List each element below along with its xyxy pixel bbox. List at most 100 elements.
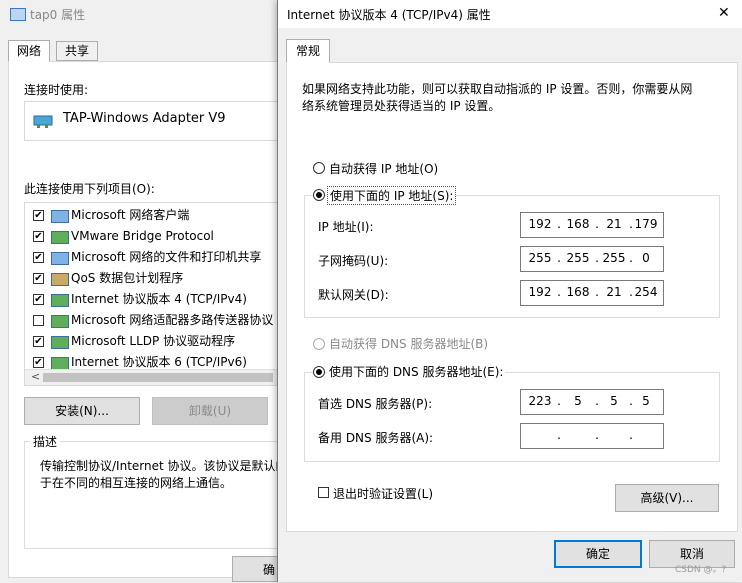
ip-dot: . (557, 428, 561, 442)
install-button[interactable]: 安装(N)... (24, 397, 140, 425)
network-properties-window: tap0 属性 网络 共享 连接时使用: TAP-Windows Adapter… (0, 0, 300, 582)
components-list[interactable]: ✔ Microsoft 网络客户端 ✔ VMware Bridge Protocol ✔… (24, 202, 292, 386)
ip-dot: . (629, 428, 633, 442)
intro-text-line1: 如果网络支持此功能，则可以获取自动指派的 IP 设置。否则，你需要从网 (302, 82, 693, 96)
subnet-octet-3: 255 (602, 251, 626, 265)
advanced-button[interactable]: 高级(V)... (615, 484, 719, 512)
preferred-dns-label: 首选 DNS 服务器(P): (318, 397, 433, 411)
subnet-mask-label: 子网掩码(U): (318, 254, 389, 268)
item-checkbox[interactable]: ✔ (33, 210, 44, 221)
item-label: VMware Bridge Protocol (71, 229, 214, 243)
manual-ip-radio[interactable] (313, 189, 325, 201)
ipv4-properties-dialog: Internet 协议版本 4 (TCP/IPv4) 属性 ✕ 常规 如果网络支… (277, 0, 742, 582)
manual-ip-label[interactable]: 使用下面的 IP 地址(S): (327, 186, 457, 205)
list-item[interactable]: ✔ Internet 协议版本 4 (TCP/IPv4) (25, 289, 291, 310)
auto-ip-label[interactable]: 自动获得 IP 地址(O) (329, 160, 438, 177)
ip-octet-4: 179 (634, 217, 658, 231)
gateway-octet-1: 192 (528, 285, 552, 299)
gateway-octet-4: 254 (634, 285, 658, 299)
dialog-titlebar: Internet 协议版本 4 (TCP/IPv4) 属性 ✕ (278, 0, 742, 28)
intro-text-line2: 络系统管理员处获得适当的 IP 设置。 (302, 99, 501, 113)
description-text-line1: 传输控制协议/Internet 协议。该协议是默认的 (40, 459, 288, 473)
window-title: tap0 属性 (30, 8, 86, 22)
network-component-icon (51, 336, 69, 349)
subnet-octet-2: 255 (566, 251, 590, 265)
ip-address-label: IP 地址(I): (318, 220, 374, 234)
list-item[interactable]: ✔ Microsoft 网络客户端 (25, 205, 291, 226)
network-adapter-icon (10, 8, 26, 21)
ip-octet-2: 168 (566, 217, 590, 231)
validate-checkbox[interactable] (318, 487, 329, 498)
item-label: Microsoft 网络的文件和打印机共享 (71, 250, 262, 264)
scroll-left-icon[interactable]: < (31, 370, 40, 383)
tab-general[interactable]: 常规 (286, 39, 331, 63)
item-label: Microsoft 网络客户端 (71, 208, 190, 222)
list-item[interactable]: ✔ Microsoft 网络的文件和打印机共享 (25, 247, 291, 268)
watermark: CSDN @。? (675, 565, 727, 575)
auto-dns-label: 自动获得 DNS 服务器地址(B) (329, 337, 489, 351)
item-checkbox[interactable]: ✔ (33, 231, 44, 242)
validate-label[interactable]: 退出时验证设置(L) (333, 485, 433, 502)
network-adapter-icon (33, 115, 53, 128)
tab-network[interactable]: 网络 (8, 40, 51, 62)
description-label: 描述 (30, 433, 61, 450)
subnet-octet-1: 255 (528, 251, 552, 265)
auto-ip-radio[interactable] (313, 162, 325, 174)
adapter-name: TAP-Windows Adapter V9 (63, 111, 226, 126)
item-checkbox[interactable]: ✔ (33, 357, 44, 368)
horizontal-scrollbar[interactable]: < (25, 369, 291, 385)
dns1-octet-3: 5 (610, 394, 618, 408)
scrollbar-thumb[interactable] (43, 373, 273, 382)
network-component-icon (51, 252, 69, 265)
item-checkbox[interactable]: ✔ (33, 336, 44, 347)
item-checkbox[interactable]: ✔ (33, 294, 44, 305)
close-icon[interactable]: ✕ (718, 5, 730, 21)
list-item[interactable]: ✔ VMware Bridge Protocol (25, 226, 291, 247)
item-label: Microsoft 网络适配器多路传送器协议 (71, 313, 274, 327)
network-component-icon (51, 294, 69, 307)
description-text-line2: 于在不同的相互连接的网络上通信。 (40, 476, 233, 490)
alternate-dns-field[interactable]: . . . (520, 423, 664, 449)
subnet-mask-field[interactable]: 255 . 255 . 255 . 0 (520, 246, 664, 272)
item-label: QoS 数据包计划程序 (71, 271, 184, 285)
ip-address-field[interactable]: 192 . 168 . 21 . 179 (520, 212, 664, 238)
gateway-field[interactable]: 192 . 168 . 21 . 254 (520, 280, 664, 306)
connect-using-label: 连接时使用: (24, 83, 89, 97)
ip-dot: . (557, 394, 561, 408)
ip-dot: . (557, 251, 561, 265)
ip-dot: . (557, 285, 561, 299)
manual-dns-radio[interactable] (313, 366, 325, 378)
item-label: Microsoft LLDP 协议驱动程序 (71, 334, 236, 348)
list-item[interactable]: Microsoft 网络适配器多路传送器协议 (25, 310, 291, 331)
dns1-octet-1: 223 (528, 394, 552, 408)
preferred-dns-field[interactable]: 223 . 5 . 5 . 5 (520, 389, 664, 415)
item-checkbox[interactable]: ✔ (33, 273, 44, 284)
subnet-octet-4: 0 (642, 251, 650, 265)
ok-button-back-label: 确 (263, 563, 276, 577)
gateway-octet-2: 168 (566, 285, 590, 299)
ip-dot: . (595, 428, 599, 442)
manual-dns-label[interactable]: 使用下面的 DNS 服务器地址(E): (327, 363, 506, 380)
network-component-icon (51, 273, 69, 286)
uninstall-button: 卸载(U) (152, 397, 268, 425)
dns1-octet-2: 5 (574, 394, 582, 408)
components-list-items: ✔ Microsoft 网络客户端 ✔ VMware Bridge Protocol ✔… (25, 205, 291, 373)
item-label: Internet 协议版本 4 (TCP/IPv4) (71, 292, 247, 306)
dns1-octet-4: 5 (642, 394, 650, 408)
list-item[interactable]: ✔ QoS 数据包计划程序 (25, 268, 291, 289)
item-checkbox[interactable]: ✔ (33, 252, 44, 263)
item-checkbox[interactable] (33, 315, 44, 326)
gateway-label: 默认网关(D): (318, 288, 389, 302)
list-item[interactable]: ✔ Microsoft LLDP 协议驱动程序 (25, 331, 291, 352)
dialog-title: Internet 协议版本 4 (TCP/IPv4) 属性 (287, 8, 491, 22)
ip-dot: . (557, 217, 561, 231)
alternate-dns-label: 备用 DNS 服务器(A): (318, 431, 434, 445)
tab-sharing[interactable]: 共享 (56, 41, 99, 61)
items-label: 此连接使用下列项目(O): (24, 182, 155, 196)
network-component-icon (51, 210, 69, 223)
gateway-octet-3: 21 (606, 285, 622, 299)
network-component-icon (51, 315, 69, 328)
auto-dns-radio (313, 338, 325, 350)
ok-button[interactable]: 确定 (554, 540, 642, 568)
ip-octet-1: 192 (528, 217, 552, 231)
